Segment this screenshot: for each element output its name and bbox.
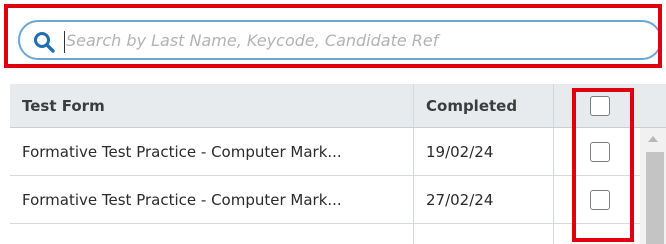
column-header-test-form[interactable]: Test Form: [10, 84, 414, 127]
test-form-cell: Formative Test Practice - Computer Mark.…: [10, 176, 414, 223]
scrollbar-thumb[interactable]: [646, 152, 664, 244]
scroll-up-arrow-icon[interactable]: [648, 136, 658, 142]
table-header-row: Test Form Completed: [10, 84, 666, 128]
column-header-completed[interactable]: Completed: [414, 84, 554, 127]
test-form-cell: [10, 224, 414, 244]
table-scrollbar[interactable]: [640, 128, 666, 244]
completed-date-cell: 19/02/24: [414, 128, 554, 175]
test-form-cell: Formative Test Practice - Computer Mark.…: [10, 128, 414, 175]
results-table: Test Form Completed Formative Test Pract…: [10, 84, 666, 244]
completed-date-cell: [414, 224, 554, 244]
checkbox-column-highlight-box: [572, 88, 634, 242]
search-highlight-box: [4, 4, 662, 68]
table-row[interactable]: Formative Test Practice - Computer Mark.…: [10, 128, 640, 176]
completed-date-cell: 27/02/24: [414, 176, 554, 223]
table-row-partial: [10, 224, 640, 244]
table-row[interactable]: Formative Test Practice - Computer Mark.…: [10, 176, 640, 224]
candidate-results-page: Test Form Completed Formative Test Pract…: [0, 0, 666, 244]
